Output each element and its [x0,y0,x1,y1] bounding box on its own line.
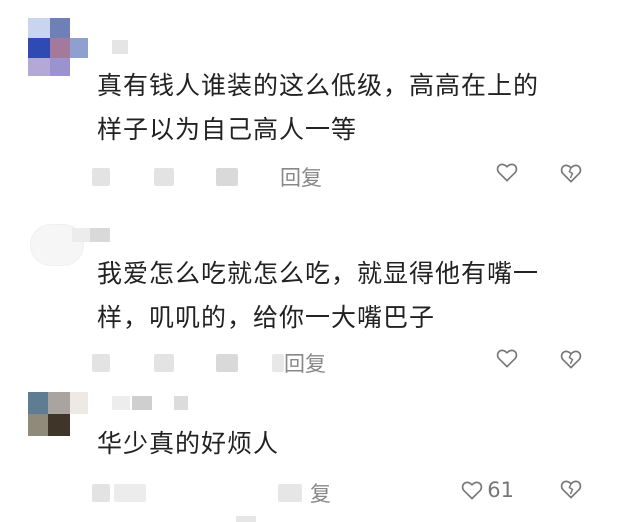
location-blurred [154,354,174,372]
reply-button[interactable]: 回复 [280,162,322,192]
comment-text: 华少真的好烦人 [97,422,597,466]
comment-text-line: 样，叽叽的，给你一大嘴巴子 [97,303,436,332]
heart-outline-icon [461,480,483,500]
dislike-button[interactable] [560,163,582,183]
username-blurred[interactable] [96,40,156,58]
avatar[interactable] [28,392,88,450]
broken-heart-outline-icon [560,479,582,499]
timestamp-blurred [92,354,110,372]
username-blurred[interactable] [112,396,202,414]
dislike-button[interactable] [560,479,582,499]
comment-meta: 回复 [90,163,630,194]
like-button[interactable] [496,162,522,182]
heart-outline-icon [496,348,518,368]
comment-meta: 回复 [90,349,630,380]
broken-heart-outline-icon [560,349,582,369]
like-button[interactable] [496,348,522,368]
comment-text: 我爱怎么吃就怎么吃，就显得他有嘴一 样，叽叽的，给你一大嘴巴子 [97,252,597,340]
comment-meta: 复 61 [90,478,630,510]
timestamp-blurred [92,484,110,502]
reply-button[interactable]: 回复 [284,348,326,378]
comment-text-line: 样子以为自己高人一等 [97,115,358,144]
heart-outline-icon [496,162,518,182]
like-count: 61 [487,478,514,502]
meta-blurred [216,168,238,186]
comment-text-line: 华少真的好烦人 [97,429,280,458]
meta-blurred [216,354,238,372]
meta-blurred [278,484,302,502]
comment-text-line: 真有钱人谁装的这么低级，高高在上的 [97,71,540,100]
broken-heart-outline-icon [560,163,582,183]
avatar[interactable] [28,18,88,76]
meta-blurred [272,354,284,372]
like-button[interactable]: 61 [461,478,514,502]
reply-button[interactable]: 复 [310,478,331,508]
comment-text-line: 我爱怎么吃就怎么吃，就显得他有嘴一 [97,259,540,288]
comment-text: 真有钱人谁装的这么低级，高高在上的 样子以为自己高人一等 [97,64,597,152]
next-item-partial [236,516,256,522]
location-blurred [154,168,174,186]
timestamp-blurred [114,484,146,502]
dislike-button[interactable] [560,349,582,369]
username-blurred[interactable] [72,228,132,246]
timestamp-blurred [92,168,110,186]
